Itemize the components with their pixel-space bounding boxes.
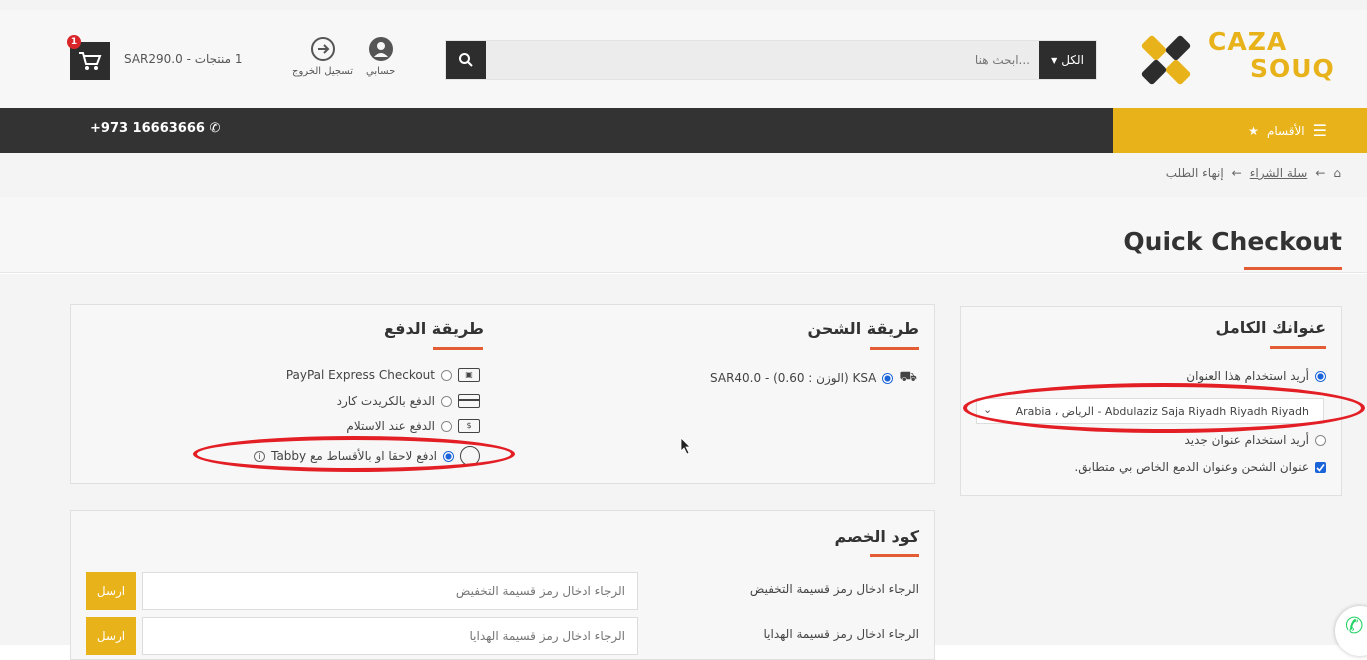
categories-label: الأقسام: [1266, 123, 1305, 138]
breadcrumb-separator: ←: [1315, 166, 1326, 180]
delivery-truck-icon: ⛟: [899, 369, 917, 385]
my-account-label: حسابي: [366, 66, 396, 77]
search-bar: ▼ الكل: [445, 40, 1097, 80]
use-existing-address-radio[interactable]: [1315, 370, 1326, 382]
coupon-panel-title: كود الخصم: [834, 527, 919, 546]
logo-text: CAZA SOUQ: [1208, 28, 1335, 82]
payment-radio-tabby[interactable]: [443, 450, 454, 462]
cash-icon: $: [458, 419, 480, 433]
use-new-address-label: أريد استخدام عنوان جديد: [1184, 433, 1309, 447]
page-title-underline: [1244, 267, 1342, 270]
address-title-underline: [1270, 346, 1326, 349]
page-title-area: Quick Checkout: [0, 197, 1367, 273]
breadcrumb-separator: ←: [1231, 166, 1242, 180]
discount-code-label: الرجاء ادخال رمز قسيمة التخفيض: [749, 582, 919, 596]
payment-option-card[interactable]: الدفع بالكريدت كارد: [337, 394, 480, 408]
checkmark-icon: [1316, 463, 1325, 472]
cart-count-badge: 1: [67, 35, 81, 49]
cart-summary[interactable]: 1 منتجات - SAR290.0: [124, 52, 243, 66]
logout-label: تسجيل الخروج: [292, 66, 354, 77]
payment-option-tabby[interactable]: ادفع لاحقا او بالأقساط مع Tabby i: [254, 446, 480, 466]
my-account-link[interactable]: حسابي: [366, 36, 395, 77]
same-address-checkbox[interactable]: [1315, 461, 1326, 473]
gift-send-button[interactable]: ارسل: [86, 617, 136, 655]
phone-number: +973 16663666 ✆: [90, 121, 220, 136]
shipping-payment-panel: [70, 304, 935, 484]
phone-number-text: +973 16663666: [90, 121, 205, 136]
chevron-down-icon: ▼: [1051, 55, 1058, 65]
top-strip: [0, 0, 1367, 10]
search-input[interactable]: [490, 41, 1038, 79]
paypal-icon: ▣: [458, 368, 480, 382]
chevron-down-icon: ⌄: [983, 403, 993, 416]
shipping-option[interactable]: ⛟ KSA (الوزن : 0.60) - SAR40.0: [710, 369, 917, 387]
logo-line1: CAZA: [1208, 27, 1288, 56]
page-title: Quick Checkout: [1123, 227, 1342, 256]
breadcrumb-current: إنهاء الطلب: [1165, 166, 1224, 180]
use-new-address-radio[interactable]: [1315, 434, 1326, 446]
payment-label-cod: الدفع عند الاستلام: [346, 419, 435, 433]
shipping-panel-title: طريقة الشحن: [807, 319, 919, 338]
use-existing-address-label: أريد استخدام هذا العنوان: [1186, 369, 1309, 383]
address-panel-title: عنوانك الكامل: [1215, 318, 1326, 337]
menu-icon: ☰: [1312, 121, 1327, 140]
logout-link[interactable]: تسجيل الخروج: [292, 36, 353, 77]
search-category-select[interactable]: ▼ الكل: [1039, 41, 1096, 79]
logo-mark-icon: [1141, 35, 1191, 85]
use-new-address-option[interactable]: أريد استخدام عنوان جديد: [1184, 433, 1326, 447]
use-existing-address-option[interactable]: أريد استخدام هذا العنوان: [1186, 369, 1326, 383]
logo-line2: SOUQ: [1250, 54, 1335, 83]
gift-code-label: الرجاء ادخال رمز قسيمة الهدايا: [763, 627, 919, 641]
whatsapp-icon: ✆: [1345, 614, 1364, 639]
categories-menu-button[interactable]: ★ الأقسام ☰: [1113, 108, 1367, 153]
payment-panel-title: طريقة الدفع: [384, 319, 484, 338]
breadcrumb-cart-link[interactable]: سلة الشراء: [1250, 166, 1308, 180]
logout-icon: [310, 37, 335, 61]
payment-label-card: الدفع بالكريدت كارد: [336, 394, 435, 408]
coupon-title-underline: [870, 554, 919, 557]
search-category-label: الكل: [1061, 53, 1084, 67]
mouse-cursor-icon: [680, 437, 691, 455]
payment-option-cod[interactable]: $ الدفع عند الاستلام: [346, 419, 480, 433]
star-icon: ★: [1248, 123, 1259, 138]
shipping-option-label: KSA (الوزن : 0.60) - SAR40.0: [710, 371, 877, 385]
home-icon[interactable]: ⌂: [1333, 166, 1341, 180]
payment-radio-card[interactable]: [441, 395, 452, 407]
payment-radio-cod[interactable]: [441, 420, 452, 432]
address-select[interactable]: ⌄ Arabia ، الرياض - Abdulaziz Saja Riyad…: [976, 398, 1324, 424]
search-button[interactable]: [446, 41, 486, 79]
shipping-option-radio[interactable]: [882, 372, 894, 384]
payment-label-tabby: ادفع لاحقا او بالأقساط مع Tabby: [271, 449, 437, 463]
tabby-logo-icon: [460, 446, 480, 466]
gift-code-input[interactable]: [142, 617, 638, 655]
credit-card-icon: [458, 394, 480, 408]
logo[interactable]: CAZA SOUQ: [1128, 24, 1338, 94]
info-icon[interactable]: i: [254, 450, 266, 462]
shipping-title-underline: [870, 347, 919, 350]
cart-icon: [79, 52, 102, 70]
discount-send-button[interactable]: ارسل: [86, 572, 136, 610]
phone-icon: ✆: [209, 121, 221, 136]
user-icon: [368, 37, 393, 61]
payment-title-underline: [433, 347, 483, 350]
discount-code-input[interactable]: [142, 572, 638, 610]
search-icon: [459, 53, 473, 67]
same-address-option[interactable]: عنوان الشحن وعنوان الدمع الخاص بي متطابق…: [1074, 460, 1326, 474]
breadcrumb: ⌂ ← سلة الشراء ← إنهاء الطلب: [0, 153, 1367, 197]
payment-option-paypal[interactable]: ▣ PayPal Express Checkout: [286, 368, 480, 382]
payment-radio-paypal[interactable]: [441, 369, 452, 381]
same-address-label: عنوان الشحن وعنوان الدمع الخاص بي متطابق…: [1074, 460, 1309, 474]
address-select-value: Arabia ، الرياض - Abdulaziz Saja Riyadh …: [1015, 404, 1309, 418]
payment-label-paypal: PayPal Express Checkout: [285, 368, 435, 382]
